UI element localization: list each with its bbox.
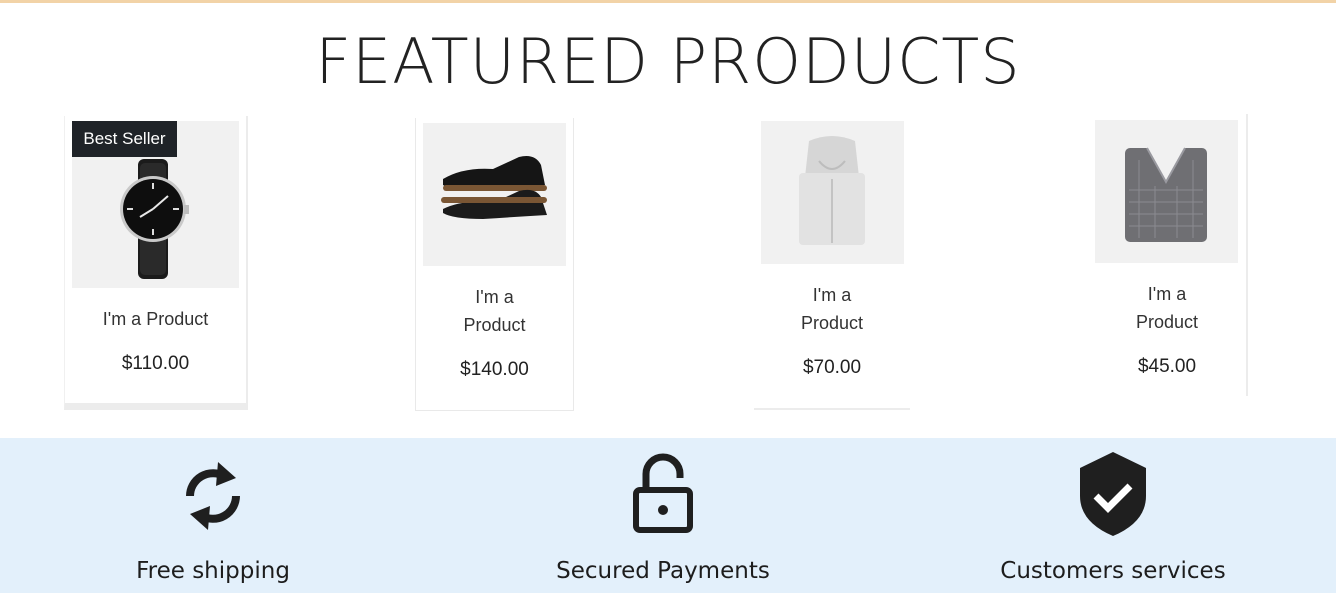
refresh-icon bbox=[180, 452, 246, 543]
product-name[interactable]: I'm a Product bbox=[65, 305, 246, 333]
product-card[interactable]: I'm a Product $110.00 bbox=[64, 116, 248, 410]
product-card[interactable]: I'm a Product $45.00 bbox=[1088, 114, 1248, 396]
product-price: $70.00 bbox=[802, 357, 862, 378]
product-card[interactable]: I'm a Product $140.00 bbox=[415, 118, 574, 411]
padlock-icon bbox=[630, 452, 696, 543]
product-name[interactable]: I'm a Product bbox=[798, 281, 866, 337]
product-card[interactable]: I'm a Product $70.00 bbox=[754, 116, 910, 410]
features-band: Free shipping Secured Payments Customers… bbox=[0, 438, 1336, 593]
product-image-shoes[interactable] bbox=[423, 123, 566, 266]
feature-label: Free shipping bbox=[136, 558, 290, 584]
product-name[interactable]: I'm a Product bbox=[460, 283, 529, 339]
product-price: $110.00 bbox=[121, 353, 190, 374]
shield-check-icon bbox=[1078, 452, 1148, 543]
product-price: $140.00 bbox=[460, 359, 529, 380]
best-seller-badge: Best Seller bbox=[72, 121, 177, 157]
hoodie-image bbox=[761, 121, 904, 264]
product-price: $45.00 bbox=[1137, 356, 1197, 377]
top-divider bbox=[0, 0, 1336, 3]
feature-label: Customers services bbox=[1000, 558, 1226, 584]
product-image-hoodie[interactable] bbox=[761, 121, 904, 264]
feature-label: Secured Payments bbox=[556, 558, 770, 584]
product-image-sweater[interactable] bbox=[1095, 120, 1238, 263]
product-name[interactable]: I'm a Product bbox=[1132, 280, 1202, 336]
section-title: FEATURED PRODUCTS bbox=[315, 25, 1021, 98]
shoes-image bbox=[423, 123, 566, 266]
sweater-image bbox=[1095, 120, 1238, 263]
